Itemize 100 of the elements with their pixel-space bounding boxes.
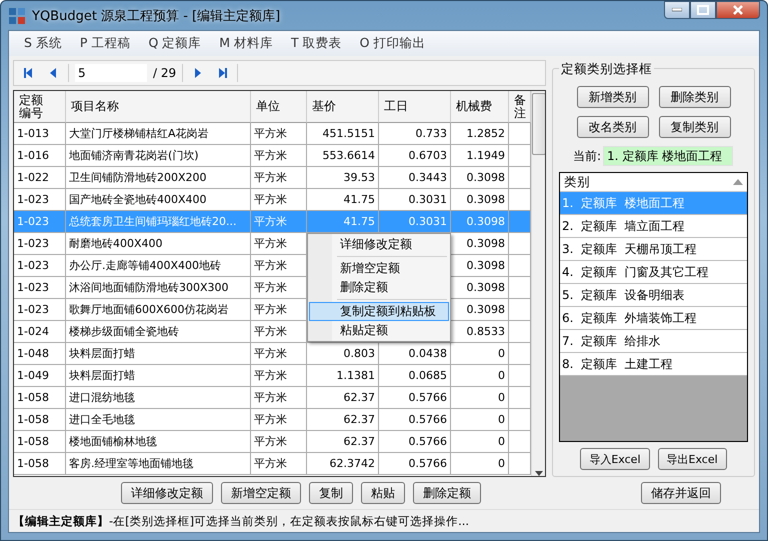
table-cell: 1-023 — [14, 211, 66, 233]
table-cell: 进口全毛地毯 — [66, 409, 251, 431]
column-header[interactable]: 定额编号 — [14, 91, 66, 123]
menu-item[interactable]: S 系统 — [15, 35, 71, 52]
table-cell: 平方米 — [251, 365, 307, 387]
table-cell: 平方米 — [251, 211, 307, 233]
table-cell: 1-023 — [14, 277, 66, 299]
context-menu-item[interactable]: 粘贴定额 — [309, 321, 449, 340]
table-cell: 451.5151 — [307, 123, 379, 145]
action-button[interactable]: 新增空定额 — [221, 482, 301, 504]
excel-button[interactable]: 导入Excel — [580, 448, 650, 470]
table-cell: 1-058 — [14, 387, 66, 409]
table-cell: 1-048 — [14, 343, 66, 365]
table-cell: 平方米 — [251, 409, 307, 431]
table-cell: 0.6703 — [379, 145, 451, 167]
table-cell: 0.3443 — [379, 167, 451, 189]
menu-item[interactable]: Q 定额库 — [139, 35, 210, 52]
menu-item[interactable]: O 打印输出 — [350, 35, 434, 52]
table-cell: 62.37 — [307, 409, 379, 431]
table-cell: 0.5766 — [379, 409, 451, 431]
menu-item[interactable]: P 工程稿 — [70, 35, 140, 52]
table-cell: 62.37 — [307, 431, 379, 453]
category-item[interactable]: 2. 定额库 墙立面工程 — [560, 215, 747, 238]
action-button[interactable]: 复制 — [309, 482, 353, 504]
table-cell: 39.53 — [307, 167, 379, 189]
table-cell: 平方米 — [251, 123, 307, 145]
table-cell: 0.5766 — [379, 453, 451, 475]
category-item[interactable]: 8. 定额库 土建工程 — [560, 353, 747, 376]
table-cell: 1-022 — [14, 167, 66, 189]
table-cell: 62.37 — [307, 387, 379, 409]
table-cell: 1.1381 — [307, 365, 379, 387]
table-cell: 平方米 — [251, 343, 307, 365]
table-cell: 块料层面打蜡 — [66, 343, 251, 365]
category-button[interactable]: 复制类别 — [658, 116, 730, 138]
table-cell: 平方米 — [251, 387, 307, 409]
table-cell: 块料层面打蜡 — [66, 365, 251, 387]
table-cell: 平方米 — [251, 453, 307, 475]
table-cell: 办公厅.走廊等铺400X400地砖 — [66, 255, 251, 277]
category-item[interactable]: 4. 定额库 门窗及其它工程 — [560, 261, 747, 284]
table-cell: 0.803 — [307, 343, 379, 365]
table-cell: 地面铺济南青花岗岩(门坎) — [66, 145, 251, 167]
table-cell: 0 — [451, 409, 509, 431]
column-header[interactable]: 基价 — [307, 91, 379, 123]
table-cell: 1-023 — [14, 233, 66, 255]
table-cell: 楼地面铺榆林地毯 — [66, 431, 251, 453]
context-menu-item[interactable]: 复制定额到粘贴板 — [309, 302, 449, 321]
column-header[interactable]: 机械费 — [451, 91, 509, 123]
excel-button[interactable]: 导出Excel — [658, 448, 727, 470]
table-cell: 1-023 — [14, 299, 66, 321]
table-cell: 1-058 — [14, 453, 66, 475]
table-cell: 1-024 — [14, 321, 66, 343]
page-field[interactable]: 5 — [75, 64, 147, 82]
table-cell: 沐浴间地面铺防滑地砖300X300 — [66, 277, 251, 299]
table-cell: 0 — [451, 365, 509, 387]
table-cell: 歌舞厅地面铺600X600仿花岗岩 — [66, 299, 251, 321]
table-cell: 平方米 — [251, 431, 307, 453]
table-cell: 0 — [451, 343, 509, 365]
table-cell: 1-016 — [14, 145, 66, 167]
table-cell: 41.75 — [307, 211, 379, 233]
table-cell: 1-058 — [14, 409, 66, 431]
table-cell: 耐磨地砖400X400 — [66, 233, 251, 255]
category-button[interactable]: 改名类别 — [576, 116, 648, 138]
table-cell: 总统套房卫生间铺玛瑙红地砖20... — [66, 211, 251, 233]
context-menu-item[interactable]: 详细修改定额 — [309, 235, 449, 254]
menu-item[interactable]: M 材料库 — [210, 35, 282, 52]
column-header[interactable]: 工日 — [379, 91, 451, 123]
column-header[interactable]: 单位 — [251, 91, 307, 123]
category-button[interactable]: 删除类别 — [658, 86, 730, 108]
table-cell: 0.0685 — [379, 365, 451, 387]
table-cell: 1.1949 — [451, 145, 509, 167]
status-text: 【编辑主定额库】-在[类别选择框]可选择当前类别，在定额表按鼠标右键可选择操作... — [13, 514, 470, 528]
column-header[interactable]: 项目名称 — [66, 91, 251, 123]
group-title: 定额类别选择框 — [559, 61, 654, 78]
category-item[interactable]: 7. 定额库 给排水 — [560, 330, 747, 353]
page-total: / 29 — [153, 66, 176, 80]
context-menu-item[interactable]: 删除定额 — [309, 278, 449, 297]
table-cell: 1.2852 — [451, 123, 509, 145]
category-item[interactable]: 3. 定额库 天棚吊顶工程 — [560, 238, 747, 261]
table-cell: 楼梯步级面铺全瓷地砖 — [66, 321, 251, 343]
list-header[interactable]: 类别 — [560, 173, 747, 192]
context-menu-item[interactable]: 新增空定额 — [309, 259, 449, 278]
table-cell: 1-013 — [14, 123, 66, 145]
action-button[interactable]: 详细修改定额 — [121, 482, 213, 504]
action-button[interactable]: 删除定额 — [413, 482, 481, 504]
category-item[interactable]: 6. 定额库 外墙装饰工程 — [560, 307, 747, 330]
save-return-button[interactable]: 储存并返回 — [641, 482, 721, 504]
menu-item[interactable]: T 取费表 — [282, 35, 351, 52]
action-button[interactable]: 粘贴 — [361, 482, 405, 504]
table-cell: 卫生间铺防滑地砖200X200 — [66, 167, 251, 189]
table-cell: 0 — [451, 431, 509, 453]
category-item[interactable]: 5. 定额库 设备明细表 — [560, 284, 747, 307]
table-cell: 1-049 — [14, 365, 66, 387]
table-cell: 0.733 — [379, 123, 451, 145]
category-button[interactable]: 新增类别 — [576, 86, 648, 108]
table-cell: 大堂门厅楼梯铺桔红A花岗岩 — [66, 123, 251, 145]
table-cell: 0.3031 — [379, 211, 451, 233]
table-cell: 1-023 — [14, 255, 66, 277]
table-cell: 平方米 — [251, 167, 307, 189]
current-label: 当前: — [573, 148, 602, 164]
table-cell: 0.3098 — [451, 211, 509, 233]
